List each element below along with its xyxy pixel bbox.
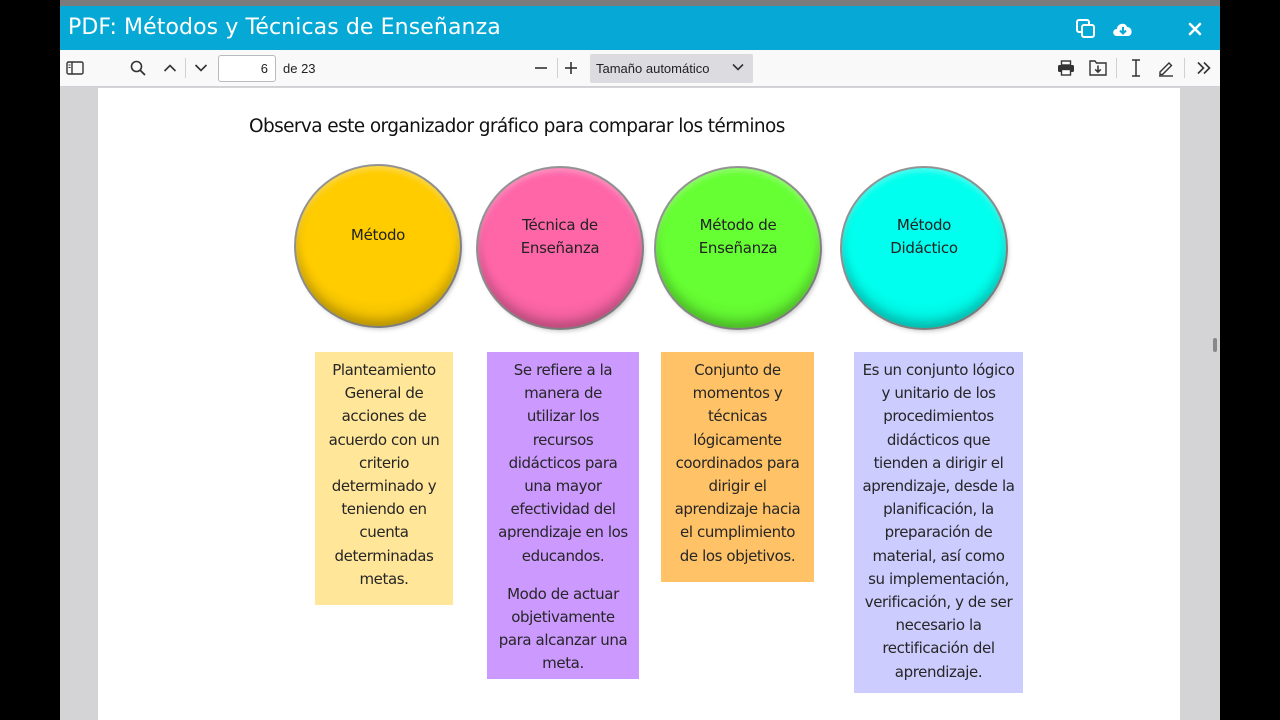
chevron-down-icon <box>194 64 208 72</box>
pdf-viewer-window: PDF: Métodos y Técnicas de Enseñanza de … <box>60 0 1220 720</box>
cloud-download-icon <box>1113 23 1132 36</box>
sidebar-toggle-button[interactable] <box>63 56 87 80</box>
definition-box-metodo: Planteamiento General de acciones de acu… <box>315 352 453 605</box>
circle-tecnica-de-ensenanza: Técnica de Enseñanza <box>478 168 642 328</box>
circle-label: Método <box>350 225 406 244</box>
definition-box-metodo-ensenanza: Conjunto de momentos y técnicas lógicame… <box>661 352 814 582</box>
zoom-select[interactable]: Tamaño automático <box>590 54 753 83</box>
chevron-down-icon <box>732 63 744 71</box>
draw-button[interactable] <box>1154 56 1178 80</box>
definition-text: Conjunto de momentos y técnicas lógicame… <box>674 361 801 565</box>
circle-label: Método Didáctico <box>890 216 958 257</box>
more-tools-button[interactable] <box>1192 56 1216 80</box>
title-bar: PDF: Métodos y Técnicas de Enseñanza <box>60 6 1220 50</box>
definition-box-tecnica: Se refiere a la manera de utilizar los r… <box>487 352 639 679</box>
circle-metodo: Método <box>296 166 460 326</box>
cloud-download-button[interactable] <box>1110 16 1136 42</box>
print-icon <box>1058 60 1074 76</box>
toolbar-separator <box>1116 58 1117 78</box>
pdf-page: Observa este organizador gráfico para co… <box>98 88 1180 720</box>
double-chevron-right-icon <box>1197 61 1211 75</box>
zoom-select-value: Tamaño automático <box>596 61 710 76</box>
minus-icon <box>535 67 547 69</box>
toolbar-separator <box>185 58 186 78</box>
save-button[interactable] <box>1086 56 1110 80</box>
copy-icon <box>1076 19 1095 38</box>
plus-icon <box>565 62 577 74</box>
sidebar-toggle-icon <box>66 61 84 75</box>
close-icon <box>1188 22 1202 36</box>
document-viewer[interactable]: Observa este organizador gráfico para co… <box>60 88 1220 720</box>
circle-metodo-didactico: Método Didáctico <box>842 168 1006 328</box>
circle-label: Técnica de Enseñanza <box>520 216 600 257</box>
text-select-button[interactable] <box>1124 56 1148 80</box>
page-number-input[interactable] <box>218 55 276 82</box>
pencil-icon <box>1159 62 1173 77</box>
definition-text: Planteamiento General de acciones de acu… <box>328 361 440 588</box>
search-icon <box>130 60 146 76</box>
zoom-in-button[interactable] <box>559 56 583 80</box>
close-button[interactable] <box>1182 16 1208 42</box>
circle-metodo-de-ensenanza: Método de Enseñanza <box>656 168 820 328</box>
page-heading: Observa este organizador gráfico para co… <box>249 116 785 137</box>
scrollbar-thumb[interactable] <box>1213 338 1217 352</box>
search-button[interactable] <box>126 56 150 80</box>
page-count: de 23 <box>283 61 316 76</box>
toolbar-separator <box>1184 58 1185 78</box>
window-title: PDF: Métodos y Técnicas de Enseñanza <box>68 15 501 40</box>
copy-button[interactable] <box>1073 16 1099 42</box>
toolbar-separator <box>557 58 558 78</box>
definition-box-metodo-didactico: Es un conjunto lógico y unitario de los … <box>854 352 1023 693</box>
previous-page-button[interactable] <box>158 56 182 80</box>
zoom-out-button[interactable] <box>529 56 553 80</box>
definition-text: Es un conjunto lógico y unitario de los … <box>862 361 1015 681</box>
next-page-button[interactable] <box>189 56 213 80</box>
circle-label: Método de Enseñanza <box>698 216 778 257</box>
definition-text-secondary: Modo de actuar objetivamente para alcanz… <box>498 584 628 673</box>
save-icon <box>1089 60 1107 76</box>
pdf-toolbar: de 23 Tamaño automático <box>60 50 1220 87</box>
print-button[interactable] <box>1054 56 1078 80</box>
chevron-up-icon <box>163 64 177 72</box>
definition-text: Se refiere a la manera de utilizar los r… <box>498 361 628 565</box>
text-cursor-icon <box>1132 59 1140 77</box>
